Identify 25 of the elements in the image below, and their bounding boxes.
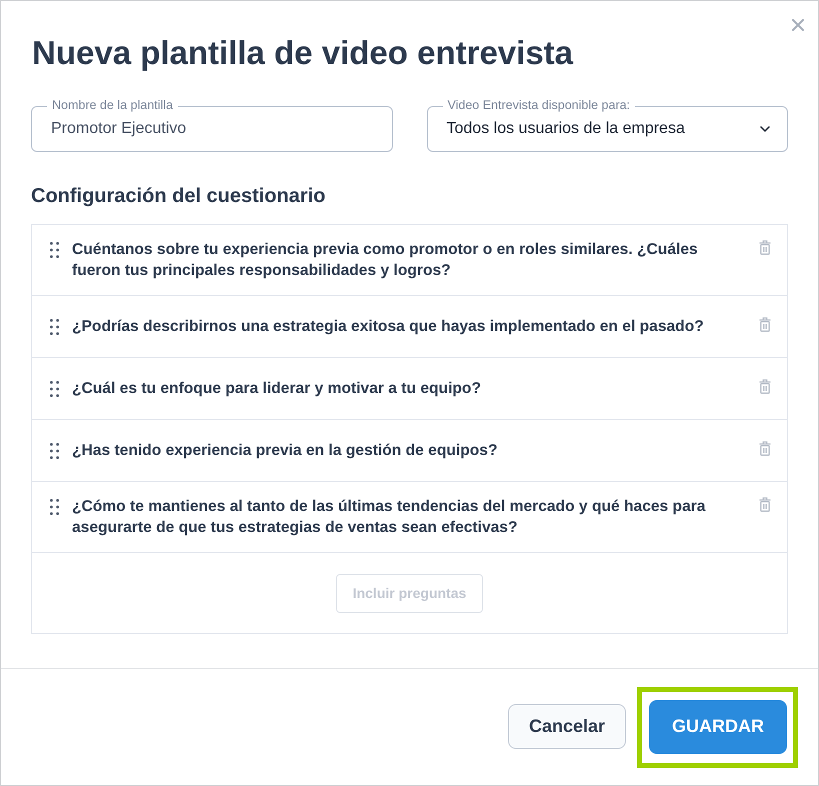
drag-handle-icon[interactable] xyxy=(50,381,59,397)
drag-handle-icon[interactable] xyxy=(50,319,59,335)
chevron-down-icon xyxy=(760,126,770,132)
question-text: ¿Cuál es tu enfoque para liderar y motivar a tu equipo? xyxy=(72,379,482,399)
field-label: Video Entrevista disponible para: xyxy=(442,98,636,113)
drag-handle-icon[interactable] xyxy=(50,443,59,459)
trash-icon[interactable] xyxy=(759,497,771,512)
question-text: ¿Podrías describirnos una estrategia exitosa que hayas implementado en el pasado? xyxy=(72,317,705,337)
drag-handle-icon[interactable] xyxy=(50,499,59,515)
save-button[interactable]: GUARDAR xyxy=(649,700,787,754)
question-text: Cuéntanos sobre tu experiencia previa como promotor o en roles similares. ¿Cuáles fueron tus principales responsabilidades y logros? xyxy=(72,240,699,281)
trash-icon[interactable] xyxy=(759,317,771,332)
question-text: ¿Cómo te mantienes al tanto de las últimas tendencias del mercado y qué haces para asegurarte de que tus estrategias de ventas sean efectivas? xyxy=(72,497,706,538)
section-heading: Configuración del cuestionario xyxy=(31,184,326,209)
drag-handle-icon[interactable] xyxy=(50,242,59,258)
trash-icon[interactable] xyxy=(759,441,771,456)
trash-icon[interactable] xyxy=(759,240,771,255)
name-input-field[interactable]: Nombre de la plantilla Promotor Ejecutivo xyxy=(31,98,392,152)
field-label: Nombre de la plantilla xyxy=(47,98,178,113)
question-text: ¿Has tenido experiencia previa en la gestión de equipos? xyxy=(72,441,498,461)
dialog-title: Nueva plantilla de video entrevista xyxy=(32,33,574,73)
trash-icon[interactable] xyxy=(759,379,771,394)
close-icon[interactable] xyxy=(792,19,804,31)
dropdown-field[interactable]: Video Entrevista disponible para: Todos los usuarios de la empresa xyxy=(426,98,788,152)
cancel-button[interactable]: Cancelar xyxy=(508,704,626,749)
